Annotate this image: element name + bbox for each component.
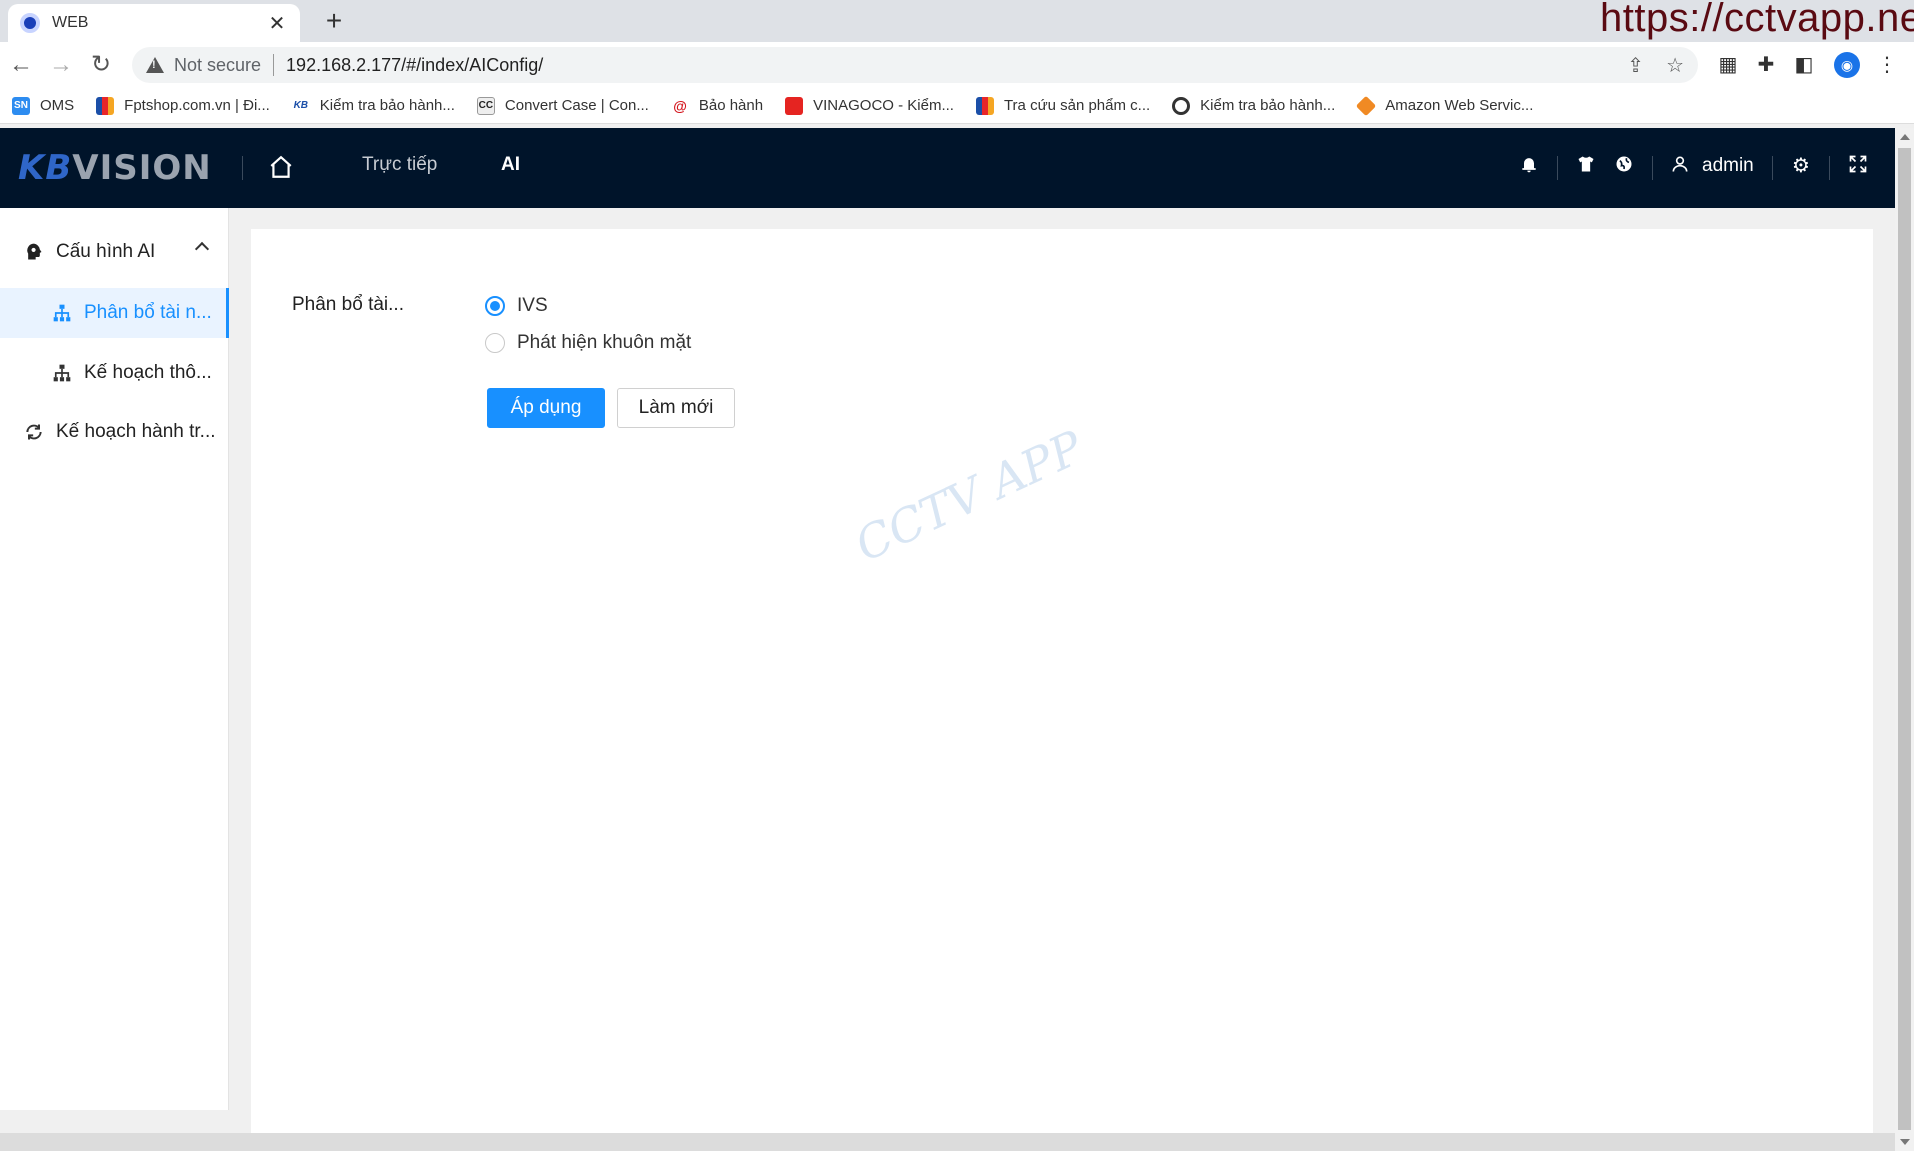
extensions-icon[interactable]: ✚ — [1753, 52, 1779, 78]
fpt-icon — [975, 96, 994, 115]
scroll-down-icon[interactable] — [1900, 1139, 1910, 1145]
browser-tab-strip: WEB ✕ + https://cctvapp.net — [0, 0, 1914, 42]
cctv-app-watermark: CCTV APP — [847, 419, 1092, 573]
menu-kebab-icon[interactable]: ⋮ — [1874, 52, 1900, 78]
new-tab-button[interactable]: + — [318, 6, 350, 38]
bookmark-item[interactable]: Tra cứu sản phẩm c... — [975, 96, 1150, 115]
fullscreen-icon[interactable] — [1846, 154, 1870, 178]
sidebar-item-plan[interactable]: Kế hoạch thô... — [0, 348, 229, 398]
gear-icon[interactable]: ⚙ — [1789, 154, 1813, 178]
apply-button[interactable]: Áp dụng — [487, 388, 605, 428]
radio-checked-icon[interactable] — [485, 296, 505, 316]
globe-icon[interactable] — [1612, 154, 1636, 178]
scroll-thumb[interactable] — [1898, 148, 1911, 1130]
vinagoco-icon — [785, 96, 804, 115]
address-bar[interactable]: Not secure 192.168.2.177/#/index/AIConfi… — [132, 47, 1698, 83]
scroll-up-icon[interactable] — [1900, 134, 1910, 140]
hierarchy-icon — [52, 303, 72, 323]
address-divider — [273, 54, 275, 76]
url-text[interactable]: 192.168.2.177/#/index/AIConfig/ — [286, 55, 543, 76]
ai-head-icon — [24, 242, 44, 262]
qr-code-icon[interactable]: ▦ — [1715, 52, 1741, 78]
sync-icon — [24, 422, 44, 442]
bookmark-item[interactable]: SN OMS — [12, 96, 74, 115]
sidebar-item-resource-allocation[interactable]: Phân bổ tài n... — [0, 288, 229, 338]
nav-live[interactable]: Trực tiếp — [362, 154, 437, 176]
bookmark-item[interactable]: Fptshop.com.vn | Đi... — [96, 96, 270, 115]
aws-icon — [1356, 95, 1377, 116]
app-header: KBVISION Trực tiếp AI admin ⚙ — [0, 128, 1895, 208]
bookmarks-bar: SN OMS Fptshop.com.vn | Đi... KB Kiểm tr… — [0, 88, 1914, 124]
side-panel-icon[interactable]: ◧ — [1791, 52, 1817, 78]
shirt-icon[interactable] — [1574, 154, 1598, 178]
security-label[interactable]: Not secure — [174, 55, 261, 76]
fpt-icon — [96, 96, 115, 115]
oms-icon: SN — [12, 96, 30, 115]
bookmark-item[interactable]: @ Bảo hành — [670, 96, 763, 115]
kbvision-icon: KB — [291, 96, 310, 115]
bookmark-item[interactable]: Amazon Web Servic... — [1356, 95, 1533, 116]
main-content: Phân bổ tài... IVS Phát hiện khuôn mặt Á… — [251, 229, 1873, 1135]
share-icon[interactable]: ⇪ — [1627, 53, 1644, 78]
eye-icon — [1172, 96, 1191, 115]
bookmark-star-icon[interactable]: ☆ — [1666, 53, 1684, 78]
radio-unchecked-icon[interactable] — [485, 333, 505, 353]
refresh-button[interactable]: Làm mới — [617, 388, 735, 428]
site-watermark: https://cctvapp.net — [1600, 0, 1914, 40]
header-divider — [1772, 156, 1773, 180]
forward-icon[interactable]: → — [46, 50, 76, 80]
user-icon — [1668, 154, 1692, 178]
tab-title: WEB — [52, 14, 89, 31]
hierarchy-icon — [52, 363, 72, 383]
header-divider — [1557, 156, 1558, 180]
chevron-up-icon[interactable] — [194, 241, 210, 257]
browser-toolbar: ← → ↻ Not secure 192.168.2.177/#/index/A… — [0, 42, 1914, 88]
header-divider — [242, 156, 243, 180]
sidebar-group-schedule[interactable]: Kế hoạch hành tr... — [0, 404, 229, 460]
bell-icon[interactable] — [1517, 154, 1541, 178]
sidebar-group-ai-config[interactable]: Cấu hình AI — [0, 224, 229, 280]
bookmark-item[interactable]: KB Kiểm tra bảo hành... — [291, 96, 455, 115]
username-label[interactable]: admin — [1702, 155, 1754, 177]
site-favicon-icon — [20, 13, 40, 33]
reload-icon[interactable]: ↻ — [86, 50, 116, 80]
nav-ai[interactable]: AI — [501, 154, 520, 176]
bookmark-item[interactable]: Kiểm tra bảo hành... — [1172, 96, 1335, 115]
cc-icon: CC — [476, 96, 495, 115]
back-icon[interactable]: ← — [6, 50, 36, 80]
home-icon[interactable] — [268, 154, 294, 180]
vertical-scrollbar[interactable] — [1895, 128, 1914, 1151]
radio-option-face-detection[interactable]: Phát hiện khuôn mặt — [485, 332, 691, 354]
warranty-icon: @ — [670, 96, 689, 115]
resource-allocation-label: Phân bổ tài... — [292, 294, 404, 315]
browser-tab[interactable]: WEB ✕ — [8, 4, 300, 42]
kbvision-logo: KBVISION — [18, 148, 212, 188]
close-tab-icon[interactable]: ✕ — [266, 11, 288, 36]
sidebar: Cấu hình AI Phân bổ tài n... Kế hoạch th… — [0, 208, 229, 1110]
header-divider — [1829, 156, 1830, 180]
warning-icon — [146, 56, 164, 74]
horizontal-scrollbar[interactable] — [0, 1133, 1895, 1151]
bookmark-item[interactable]: CC Convert Case | Con... — [476, 96, 649, 115]
radio-option-ivs[interactable]: IVS — [485, 295, 548, 317]
bookmark-item[interactable]: VINAGOCO - Kiểm... — [785, 96, 954, 115]
header-divider — [1652, 156, 1653, 180]
profile-avatar-icon[interactable]: ◉ — [1834, 52, 1860, 78]
